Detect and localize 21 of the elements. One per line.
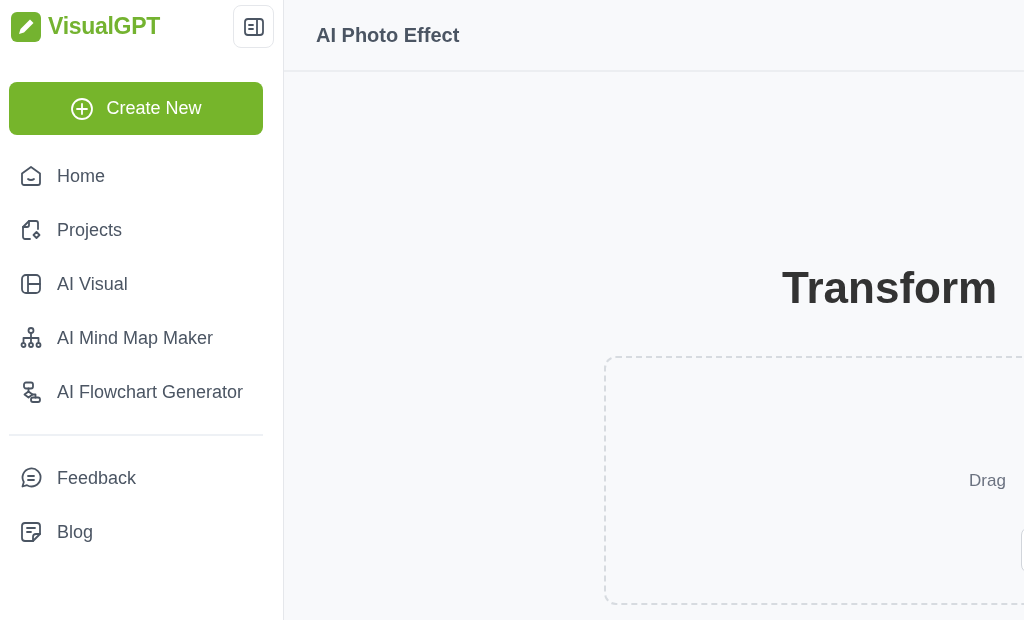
sidebar-item[interactable]: Feedback — [9, 451, 274, 505]
plus-circle-icon — [70, 96, 95, 121]
layout-panels-icon — [19, 272, 43, 296]
sidebar-toggle-button[interactable] — [233, 5, 274, 48]
chat-bubble-icon — [19, 466, 43, 490]
sidebar-item[interactable]: AI Flowchart Generator — [9, 365, 274, 419]
logo-text: VisualGPT — [48, 12, 160, 42]
hierarchy-icon — [19, 326, 43, 350]
note-icon — [19, 520, 43, 544]
home-icon — [19, 164, 43, 188]
sidebar-item[interactable]: Home — [9, 149, 274, 203]
sidebar-item[interactable]: AI Visual — [9, 257, 274, 311]
page-title: AI Photo Effect — [316, 23, 460, 48]
upload-dropzone[interactable]: Drag — [604, 356, 1024, 605]
dropzone-hint: Drag — [969, 470, 1007, 492]
sidebar-item[interactable]: Projects — [9, 203, 274, 257]
sidebar-item[interactable]: AI Mind Map Maker — [9, 311, 274, 365]
sidebar-item[interactable]: Blog — [9, 505, 274, 559]
main-heading: Transform — [782, 266, 999, 310]
pencil-logo-icon — [11, 11, 41, 42]
document-diamond-icon — [19, 218, 43, 242]
